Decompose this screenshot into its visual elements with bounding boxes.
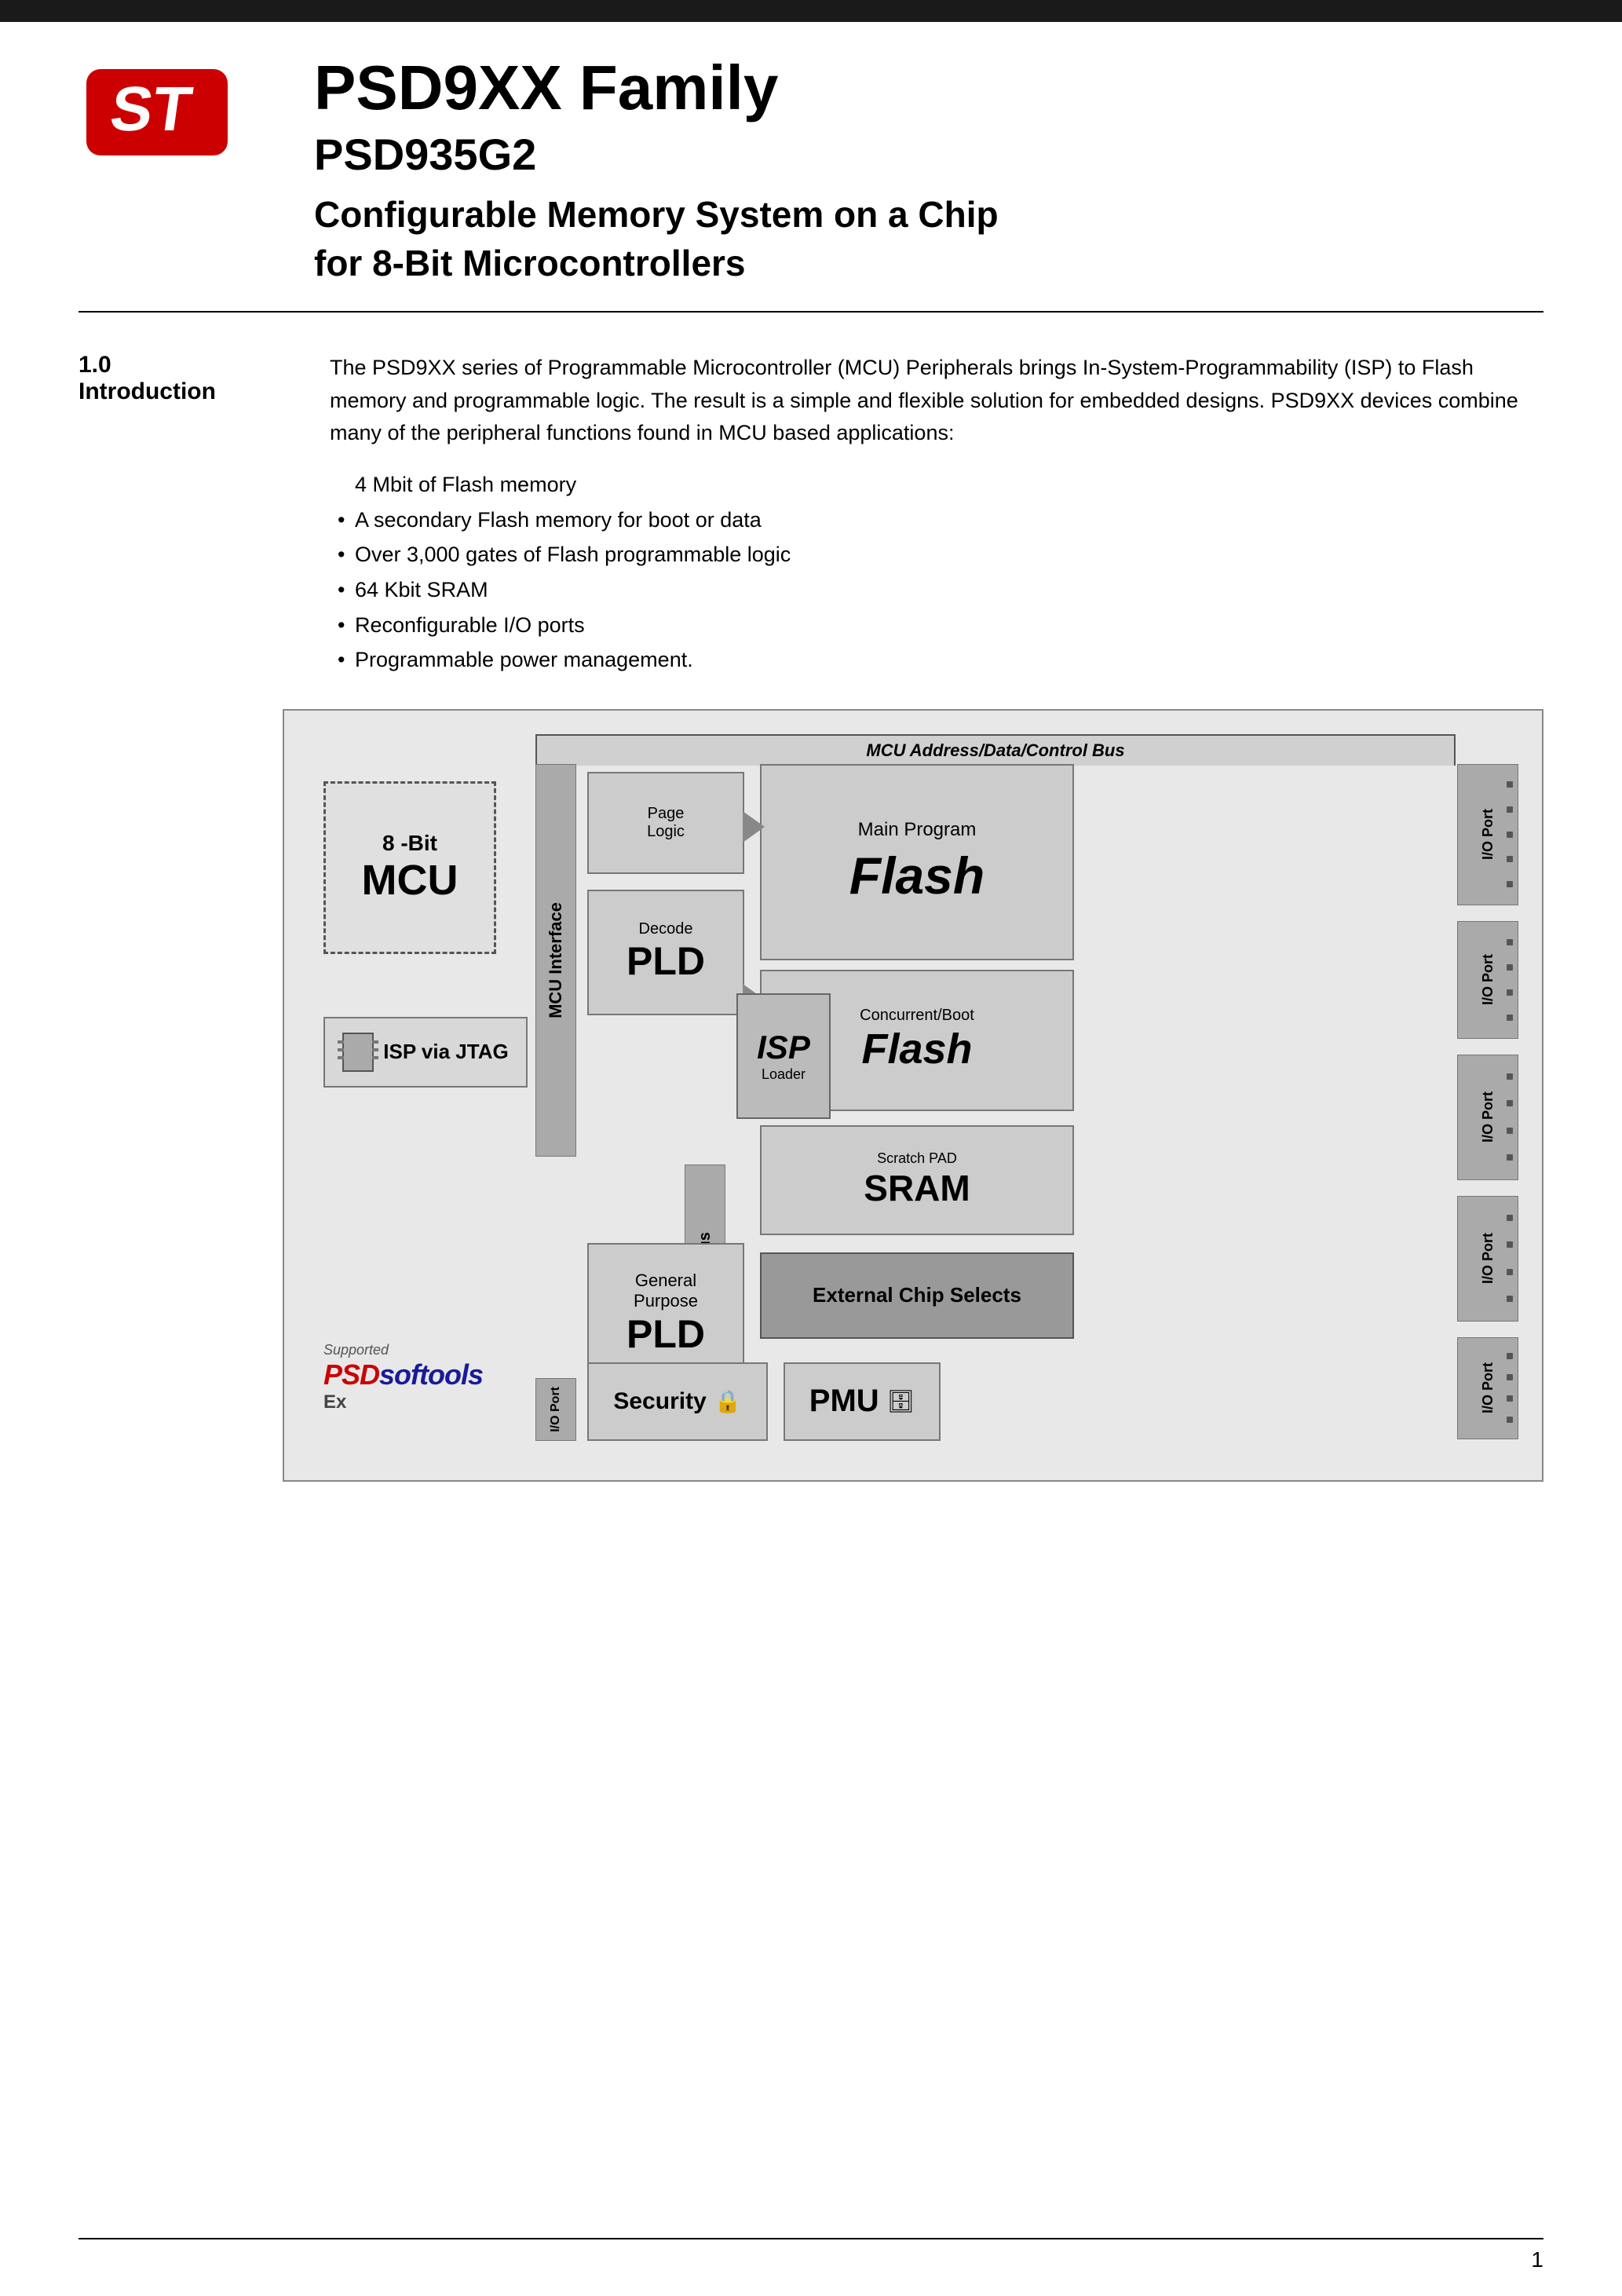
mcu-label-large: MCU xyxy=(362,856,458,905)
svg-text:ST: ST xyxy=(106,74,196,144)
section-number: 1.0 xyxy=(79,352,283,378)
mcu-interface-label: MCU Interface xyxy=(546,902,566,1018)
io-port-label-4: I/O Port xyxy=(1480,1233,1496,1284)
list-item: •Over 3,000 gates of Flash programmable … xyxy=(330,537,1543,572)
mcu-label-small: 8 -Bit xyxy=(382,831,437,856)
section-label: 1.0 Introduction xyxy=(79,352,283,678)
io-port-5: I/O Port xyxy=(1457,1337,1518,1439)
softools-logo: Supported PSDsoftools Ex xyxy=(323,1331,512,1425)
io-port-bottom-label-1: I/O Port xyxy=(549,1387,563,1432)
page-logic-block: Page Logic xyxy=(587,772,744,874)
io-port-connector-1 xyxy=(1502,773,1518,897)
diagram-inner: MCU Address/Data/Control Bus 8 -Bit MCU … xyxy=(308,734,1518,1457)
isp-jtag-label: ISP via JTAG xyxy=(383,1040,508,1064)
mcu-block: 8 -Bit MCU xyxy=(323,781,496,954)
bus-label: MCU Address/Data/Control Bus xyxy=(535,734,1456,766)
general-label2: Purpose xyxy=(634,1291,698,1311)
io-port-label-3: I/O Port xyxy=(1480,1091,1496,1143)
page-label2: Logic xyxy=(647,823,685,841)
security-block: Security 🔒 xyxy=(587,1362,768,1441)
io-port-label-2: I/O Port xyxy=(1480,954,1496,1005)
boot-flash-label: Flash xyxy=(861,1025,972,1073)
list-item: 4 Mbit of Flash memory xyxy=(330,467,1543,503)
diagram-container: MCU Address/Data/Control Bus 8 -Bit MCU … xyxy=(283,709,1543,1482)
feature-list: 4 Mbit of Flash memory •A secondary Flas… xyxy=(330,467,1543,677)
header-content: ST PSD9XX Family PSD935G2 Configurable M… xyxy=(0,22,1622,311)
main-flash-block: Main Program Flash xyxy=(760,764,1074,960)
sram-block: Scratch PAD SRAM xyxy=(760,1125,1074,1235)
page-footer: 1 xyxy=(79,2238,1543,2272)
desc-line1: Configurable Memory System on a Chip xyxy=(314,190,1543,239)
content-section: 1.0 Introduction The PSD9XX series of Pr… xyxy=(0,313,1622,693)
sram-label: SRAM xyxy=(864,1167,970,1209)
ext-chip-block: External Chip Selects xyxy=(760,1252,1074,1339)
loader-label: Loader xyxy=(762,1066,806,1083)
isp-loader-block: ISP Loader xyxy=(736,993,831,1119)
softools-sub: Ex xyxy=(323,1391,346,1413)
softools-supported: Supported xyxy=(323,1342,389,1358)
concurrent-label: Concurrent/Boot xyxy=(860,1007,974,1025)
footer-page-number: 1 xyxy=(1531,2247,1543,2272)
general-label1: General xyxy=(635,1270,696,1291)
io-port-3: I/O Port xyxy=(1457,1055,1518,1180)
gp-pld-label: PLD xyxy=(627,1311,705,1357)
page-label1: Page xyxy=(648,805,685,823)
io-port-4: I/O Port xyxy=(1457,1196,1518,1322)
desc-line2: for 8-Bit Microcontrollers xyxy=(314,239,1543,287)
list-item: •64 Kbit SRAM xyxy=(330,572,1543,608)
section-body: The PSD9XX series of Programmable Microc… xyxy=(330,352,1543,678)
pmu-label: PMU xyxy=(809,1384,879,1419)
io-port-2: I/O Port xyxy=(1457,921,1518,1039)
main-program-label: Main Program xyxy=(858,819,977,841)
flash-label-large: Flash xyxy=(849,846,985,905)
io-port-1: I/O Port xyxy=(1457,764,1518,905)
list-item: •Programmable power management. xyxy=(330,642,1543,678)
softools-brand: PSDsoftools xyxy=(323,1358,483,1391)
ext-chip-label: External Chip Selects xyxy=(813,1283,1021,1307)
cylinder-icon: 🗄 xyxy=(887,1388,915,1414)
isp-jtag-block: ISP via JTAG xyxy=(323,1017,528,1088)
desc-title: Configurable Memory System on a Chip for… xyxy=(314,190,1543,287)
io-port-bottom-1: I/O Port xyxy=(535,1378,576,1441)
section-name: Introduction xyxy=(79,378,283,405)
intro-paragraph: The PSD9XX series of Programmable Microc… xyxy=(330,352,1543,451)
arrow-right-1 xyxy=(743,811,765,843)
io-port-label-1: I/O Port xyxy=(1480,809,1496,860)
st-logo: ST xyxy=(79,61,267,167)
header-bar xyxy=(0,0,1622,22)
pmu-block: PMU 🗄 xyxy=(784,1362,941,1441)
scratch-pad-label: Scratch PAD xyxy=(877,1150,957,1167)
decode-label: Decode xyxy=(639,920,693,938)
list-item: •A secondary Flash memory for boot or da… xyxy=(330,503,1543,538)
sub-title: PSD935G2 xyxy=(314,130,1543,179)
security-label: Security xyxy=(613,1388,706,1415)
io-port-label-5: I/O Port xyxy=(1480,1362,1496,1413)
lock-icon: 🔒 xyxy=(714,1388,742,1414)
main-title: PSD9XX Family xyxy=(314,53,1543,122)
mcu-interface-bar: MCU Interface xyxy=(535,764,576,1157)
decode-pld-label: PLD xyxy=(627,938,705,984)
decode-pld-block: Decode PLD xyxy=(587,890,744,1015)
jtag-chip-icon xyxy=(342,1033,374,1072)
isp-label: ISP xyxy=(757,1029,810,1066)
title-area: PSD9XX Family PSD935G2 Configurable Memo… xyxy=(267,53,1543,287)
list-item: •Reconfigurable I/O ports xyxy=(330,608,1543,643)
